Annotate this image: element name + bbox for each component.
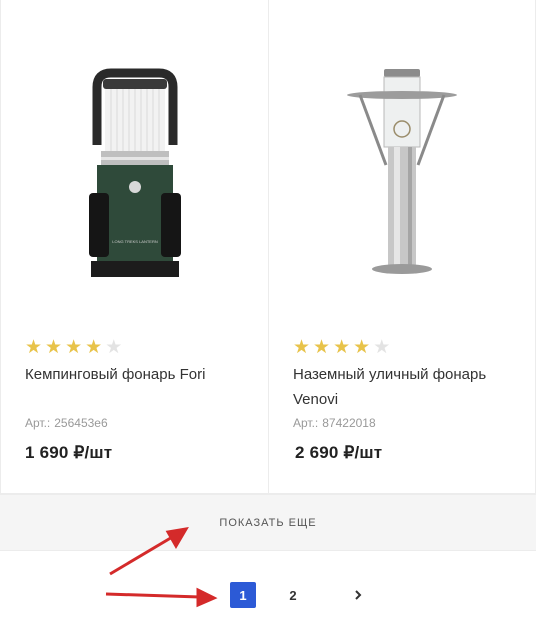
garden-lamp-image [347,69,457,274]
star-icon: ★ [45,337,63,358]
product-sku: Арт.: 256453e6 [25,416,108,430]
product-name[interactable]: Кемпинговый фонарь Fori [25,362,255,387]
rating-stars: ★ ★ ★ ★ ★ [293,338,390,357]
product-price: 2 690 ₽/шт [295,443,383,462]
product-name[interactable]: Наземный уличный фонарь Venovi [293,362,523,412]
product-image[interactable] [269,40,535,310]
show-more-button[interactable]: ПОКАЗАТЬ ЕЩЕ [0,494,536,551]
star-icon: ★ [293,337,311,358]
svg-text:LONG TREKS LANTERN: LONG TREKS LANTERN [112,239,158,244]
product-image[interactable]: LONG TREKS LANTERN [1,40,268,310]
star-icon: ★ [65,337,83,358]
star-empty-icon: ★ [105,337,123,358]
page-1-button[interactable]: 1 [230,582,256,608]
star-icon: ★ [85,337,103,358]
star-icon: ★ [313,337,331,358]
next-page-button[interactable] [345,582,371,608]
product-grid: LONG TREKS LANTERN ★ ★ ★ ★ ★ Кемпинговый… [0,0,536,494]
rating-stars: ★ ★ ★ ★ ★ [25,338,122,357]
product-card[interactable]: LONG TREKS LANTERN ★ ★ ★ ★ ★ Кемпинговый… [0,0,268,494]
camping-lantern-image: LONG TREKS LANTERN [88,68,181,277]
product-price: 1 690 ₽/шт [25,443,113,462]
product-card[interactable]: ★ ★ ★ ★ ★ Наземный уличный фонарь Venovi… [268,0,536,494]
pagination: 1 2 [0,582,536,608]
product-sku: Арт.: 87422018 [293,416,376,430]
star-icon: ★ [353,337,371,358]
star-icon: ★ [25,337,43,358]
star-icon: ★ [333,337,351,358]
star-empty-icon: ★ [373,337,391,358]
chevron-right-icon [355,590,362,600]
page-2-button[interactable]: 2 [280,582,306,608]
